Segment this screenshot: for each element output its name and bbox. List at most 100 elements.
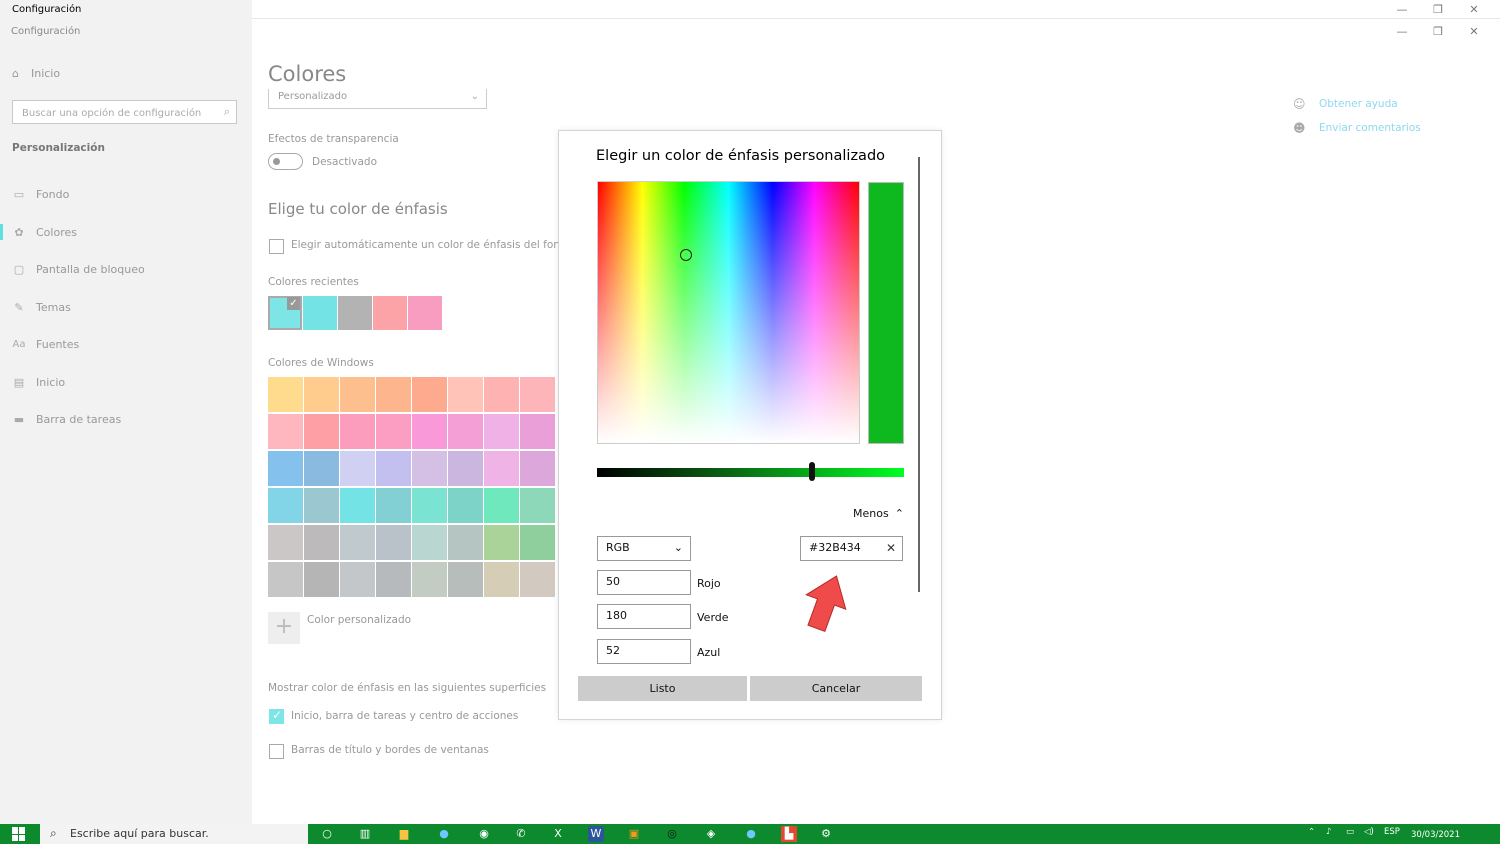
brightness-slider[interactable] bbox=[597, 462, 904, 481]
windows-color-swatch[interactable] bbox=[340, 377, 375, 412]
taskbar-search[interactable]: ⌕ Escribe aquí para buscar. bbox=[40, 824, 308, 844]
windows-color-swatch[interactable] bbox=[340, 451, 375, 486]
phone-icon[interactable]: ✆ bbox=[513, 826, 529, 842]
windows-color-swatch[interactable] bbox=[304, 488, 339, 523]
windows-color-swatch[interactable] bbox=[448, 525, 483, 560]
windows-color-swatch[interactable] bbox=[520, 562, 555, 597]
windows-color-swatch[interactable] bbox=[376, 488, 411, 523]
windows-color-swatch[interactable] bbox=[484, 451, 519, 486]
windows-color-swatch[interactable] bbox=[268, 377, 303, 412]
windows-color-swatch[interactable] bbox=[268, 488, 303, 523]
color-model-select[interactable]: RGB ⌄ bbox=[597, 536, 691, 561]
edge-icon[interactable]: ● bbox=[436, 826, 452, 842]
done-button[interactable]: Listo bbox=[578, 676, 747, 701]
windows-color-swatch[interactable] bbox=[340, 562, 375, 597]
windows-color-swatch[interactable] bbox=[448, 377, 483, 412]
windows-color-swatch[interactable] bbox=[268, 525, 303, 560]
auto-accent-checkbox[interactable] bbox=[269, 239, 284, 254]
color-spectrum[interactable] bbox=[597, 181, 860, 444]
add-custom-color-button[interactable]: + bbox=[268, 612, 300, 644]
windows-color-swatch[interactable] bbox=[304, 451, 339, 486]
microphone-icon[interactable]: ♪ bbox=[1326, 827, 1331, 837]
windows-color-swatch[interactable] bbox=[268, 414, 303, 449]
task-view-icon[interactable]: ▥ bbox=[357, 826, 373, 842]
windows-color-swatch[interactable] bbox=[412, 488, 447, 523]
sidebar-item-temas[interactable]: ✎ Temas bbox=[0, 292, 252, 322]
store-icon[interactable]: ◈ bbox=[703, 826, 719, 842]
recent-color-swatch[interactable]: ✓ bbox=[268, 296, 302, 330]
media-icon[interactable]: ◎ bbox=[664, 826, 680, 842]
windows-color-swatch[interactable] bbox=[376, 451, 411, 486]
clear-icon[interactable]: ✕ bbox=[886, 537, 896, 559]
windows-color-swatch[interactable] bbox=[520, 377, 555, 412]
green-input[interactable]: 180 bbox=[597, 604, 691, 629]
windows-color-swatch[interactable] bbox=[268, 562, 303, 597]
windows-color-swatch[interactable] bbox=[340, 525, 375, 560]
windows-color-swatch[interactable] bbox=[520, 525, 555, 560]
search-icon[interactable]: ⌕ bbox=[224, 105, 230, 119]
restore-icon[interactable]: ❐ bbox=[1420, 0, 1456, 19]
windows-color-swatch[interactable] bbox=[268, 451, 303, 486]
language-indicator[interactable]: ESP bbox=[1384, 827, 1400, 837]
custom-color-label[interactable]: Color personalizado bbox=[307, 614, 411, 626]
windows-color-swatch[interactable] bbox=[412, 414, 447, 449]
sidebar-item-fuentes[interactable]: Aa Fuentes bbox=[0, 329, 252, 359]
windows-color-swatch[interactable] bbox=[304, 525, 339, 560]
color-mode-dropdown[interactable]: Personalizado ⌄ bbox=[268, 89, 487, 109]
windows-color-swatch[interactable] bbox=[448, 488, 483, 523]
windows-color-swatch[interactable] bbox=[484, 562, 519, 597]
word-icon[interactable]: W bbox=[588, 826, 604, 842]
windows-color-swatch[interactable] bbox=[484, 525, 519, 560]
tray-chevron-icon[interactable]: ⌃ bbox=[1308, 827, 1315, 837]
red-input[interactable]: 50 bbox=[597, 570, 691, 595]
windows-color-swatch[interactable] bbox=[448, 414, 483, 449]
windows-start-icon[interactable] bbox=[12, 827, 26, 841]
app-icon[interactable]: ▣ bbox=[626, 826, 642, 842]
windows-color-swatch[interactable] bbox=[376, 525, 411, 560]
windows-color-swatch[interactable] bbox=[448, 451, 483, 486]
surface-titlebars-checkbox[interactable] bbox=[269, 744, 284, 759]
excel-icon[interactable]: X bbox=[550, 826, 566, 842]
restore-icon[interactable]: ❐ bbox=[1420, 22, 1456, 41]
minimize-icon[interactable]: — bbox=[1384, 22, 1420, 41]
windows-color-swatch[interactable] bbox=[448, 562, 483, 597]
windows-color-swatch[interactable] bbox=[304, 377, 339, 412]
recent-color-swatch[interactable] bbox=[338, 296, 372, 330]
sidebar-item-colores[interactable]: ✿ Colores bbox=[0, 217, 252, 247]
edge-dev-icon[interactable]: ● bbox=[743, 826, 759, 842]
settings-gear-icon[interactable]: ⚙ bbox=[818, 826, 834, 842]
windows-color-swatch[interactable] bbox=[340, 414, 375, 449]
minimize-icon[interactable]: — bbox=[1384, 0, 1420, 19]
file-explorer-icon[interactable]: ▆ bbox=[396, 826, 412, 842]
get-help-link[interactable]: ☺ Obtener ayuda bbox=[1293, 97, 1398, 111]
windows-color-swatch[interactable] bbox=[340, 488, 375, 523]
windows-color-swatch[interactable] bbox=[412, 525, 447, 560]
windows-color-swatch[interactable] bbox=[520, 451, 555, 486]
cancel-button[interactable]: Cancelar bbox=[750, 676, 922, 701]
close-icon[interactable]: ✕ bbox=[1456, 0, 1492, 19]
snipping-icon[interactable]: ▙ bbox=[781, 826, 797, 842]
sidebar-item-fondo[interactable]: ▭ Fondo bbox=[0, 179, 252, 209]
windows-color-swatch[interactable] bbox=[484, 488, 519, 523]
windows-color-swatch[interactable] bbox=[520, 414, 555, 449]
blue-input[interactable]: 52 bbox=[597, 639, 691, 664]
windows-color-swatch[interactable] bbox=[412, 562, 447, 597]
sidebar-item-inicio[interactable]: ▤ Inicio bbox=[0, 367, 252, 397]
network-icon[interactable]: ▭ bbox=[1346, 827, 1354, 837]
feedback-link[interactable]: ☻ Enviar comentarios bbox=[1293, 121, 1421, 135]
sidebar-item-barra-de-tareas[interactable]: ▬ Barra de tareas bbox=[0, 404, 252, 434]
windows-color-swatch[interactable] bbox=[520, 488, 555, 523]
windows-color-swatch[interactable] bbox=[484, 377, 519, 412]
windows-color-swatch[interactable] bbox=[412, 377, 447, 412]
cortana-icon[interactable]: ○ bbox=[319, 826, 335, 842]
windows-color-swatch[interactable] bbox=[412, 451, 447, 486]
chrome-icon[interactable]: ◉ bbox=[476, 826, 492, 842]
windows-color-swatch[interactable] bbox=[376, 414, 411, 449]
windows-color-swatch[interactable] bbox=[376, 562, 411, 597]
windows-color-swatch[interactable] bbox=[304, 562, 339, 597]
less-toggle[interactable]: Menos ⌃ bbox=[853, 507, 904, 520]
brightness-slider-thumb[interactable] bbox=[809, 462, 815, 481]
windows-color-swatch[interactable] bbox=[376, 377, 411, 412]
close-icon[interactable]: ✕ bbox=[1456, 22, 1492, 41]
recent-color-swatch[interactable] bbox=[408, 296, 442, 330]
